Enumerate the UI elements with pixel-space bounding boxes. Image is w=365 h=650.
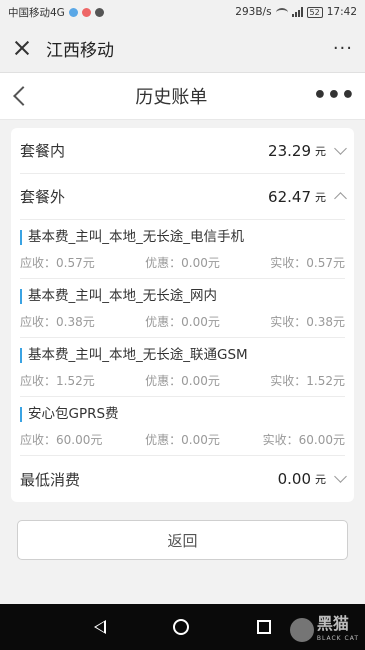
outside-package-label: 套餐外 [20,188,66,206]
back-arrow-icon[interactable] [10,84,30,108]
status-bar: 中国移动4G 293B/s 52 17:42 [0,0,365,24]
outside-package-amount: 62.47 元 [268,187,347,206]
outside-amount-value: 62.47 [268,187,311,206]
discount-value: 优惠：0.00元 [145,315,220,329]
discount-value: 优惠：0.00元 [145,374,220,388]
status-right: 293B/s 52 17:42 [235,6,357,18]
clock: 17:42 [326,6,357,18]
watermark-cn: 黑猫 [316,614,349,633]
app-title: 江西移动 [46,40,114,61]
close-icon[interactable] [12,38,32,58]
nav-back-icon[interactable] [93,620,106,634]
wifi-icon [275,7,288,17]
network-speed: 293B/s [235,6,272,18]
inside-amount-value: 23.29 [268,141,311,160]
list-item: 基本费_主叫_本地_无长途_网内 应收：0.38元 优惠：0.00元 实收：0.… [20,279,345,338]
actual-value: 实收：60.00元 [262,433,345,447]
detail-values: 应收：0.57元 优惠：0.00元 实收：0.57元 [20,254,345,271]
actual-value: 实收：1.52元 [270,374,345,388]
list-item: 基本费_主叫_本地_无长途_电信手机 应收：0.57元 优惠：0.00元 实收：… [20,220,345,279]
list-item: 安心包GPRS费 应收：60.00元 优惠：0.00元 实收：60.00元 [20,397,345,456]
chevron-down-icon[interactable] [334,141,347,155]
watermark: 黑猫 BLACK CAT [289,615,359,644]
status-left: 中国移动4G [8,5,104,20]
notification-icon [68,7,78,17]
watermark-text: 黑猫 BLACK CAT [317,615,359,644]
carrier-label: 中国移动4G [8,6,65,19]
receivable-value: 应收：0.57元 [20,256,95,270]
list-item: 基本费_主叫_本地_无长途_联通GSM 应收：1.52元 优惠：0.00元 实收… [20,338,345,397]
minimum-consumption-amount: 0.00 元 [277,470,347,488]
outside-package-row[interactable]: 套餐外 62.47 元 [20,174,347,220]
cat-logo-icon [289,617,314,642]
detail-values: 应收：0.38元 优惠：0.00元 实收：0.38元 [20,313,345,330]
inside-amount-unit: 元 [315,144,326,158]
message-icon [94,7,104,17]
minimum-consumption-label: 最低消费 [20,470,81,489]
receivable-value: 应收：0.38元 [20,315,95,329]
battery-icon: 52 [306,6,323,18]
actual-value: 实收：0.57元 [270,256,345,270]
app-notification-icon [81,7,91,17]
detail-item-name: 安心包GPRS费 [20,407,345,422]
inside-package-row[interactable]: 套餐内 23.29 元 [20,128,347,174]
actual-value: 实收：0.38元 [270,315,345,329]
page-more-icon[interactable]: ••• [313,85,355,107]
watermark-en: BLACK CAT [316,635,359,642]
bill-card: 套餐内 23.29 元 套餐外 62.47 元 基本费_主叫_本地_无长途_电信手机… [11,128,354,502]
nav-home-icon[interactable] [173,619,190,635]
detail-values: 应收：60.00元 优惠：0.00元 实收：60.00元 [20,431,345,448]
discount-value: 优惠：0.00元 [145,433,220,447]
detail-values: 应收：1.52元 优惠：0.00元 实收：1.52元 [20,372,345,389]
more-options-icon[interactable]: ··· [333,38,353,59]
detail-item-name: 基本费_主叫_本地_无长途_网内 [20,289,345,304]
minimum-consumption-row[interactable]: 最低消费 0.00 元 [20,456,347,502]
outside-amount-unit: 元 [315,190,326,204]
android-nav-bar: 黑猫 BLACK CAT [0,604,365,650]
detail-item-name: 基本费_主叫_本地_无长途_电信手机 [20,230,345,245]
detail-item-name: 基本费_主叫_本地_无长途_联通GSM [20,348,345,363]
discount-value: 优惠：0.00元 [145,256,220,270]
minimum-amount-value: 0.00 [277,470,311,488]
inside-package-label: 套餐内 [20,142,66,160]
signal-icon [291,7,303,17]
minimum-amount-unit: 元 [315,473,326,486]
receivable-value: 应收：1.52元 [20,374,95,388]
chevron-down-icon[interactable] [334,470,347,483]
nav-recent-apps-icon[interactable] [257,620,272,634]
page-title: 历史账单 [135,87,208,108]
page-header: 历史账单 ••• [0,73,365,120]
chevron-up-icon[interactable] [334,192,347,205]
inside-package-amount: 23.29 元 [268,141,347,160]
receivable-value: 应收：60.00元 [20,433,103,447]
return-button[interactable]: 返回 [17,520,348,560]
wechat-top-bar: 江西移动 ··· [0,24,365,73]
